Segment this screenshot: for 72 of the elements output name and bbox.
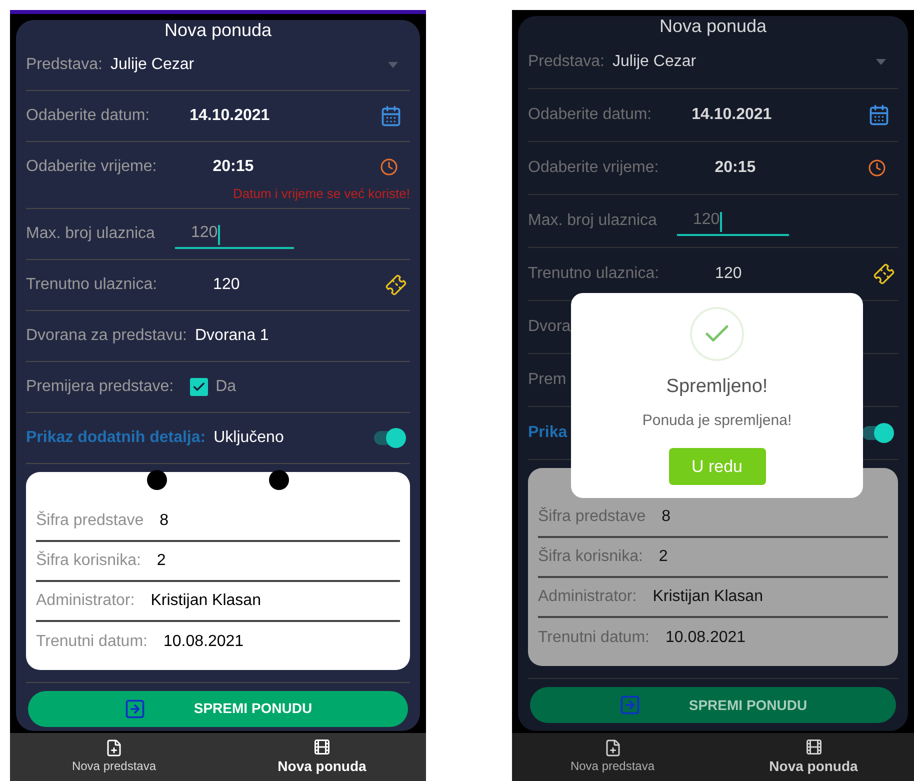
detail-label: Šifra predstave <box>36 510 144 530</box>
enter-icon <box>124 698 146 720</box>
field-label: Predstava: <box>528 52 604 72</box>
detail-value: 8 <box>160 510 169 530</box>
detail-value: 10.08.2021 <box>665 628 746 648</box>
film-icon <box>313 738 331 756</box>
clock-icon[interactable] <box>380 158 398 176</box>
nav-tab[interactable]: Nova predstava <box>10 733 218 781</box>
screen-title: Nova ponuda <box>659 16 767 36</box>
check-icon <box>690 307 744 361</box>
detail-label: Šifra korisnika: <box>36 550 141 570</box>
detail-label: Šifra korisnika: <box>538 546 643 567</box>
field-label: Premijera predstave: <box>26 376 174 396</box>
screen-title: Nova ponuda <box>164 20 272 40</box>
detail-value: 10.08.2021 <box>163 632 244 652</box>
film-icon <box>804 738 822 756</box>
field-value: 120 <box>715 264 742 284</box>
dropdown-icon[interactable] <box>876 59 886 65</box>
detail-label: Trenutni datum: <box>36 632 148 652</box>
field-label: Trenutno ulaznica: <box>528 264 660 284</box>
field-label: Prikaz dodatnih detalja: <box>26 428 206 448</box>
field-value: 20:15 <box>212 157 254 177</box>
input-field[interactable]: 120 <box>174 218 294 248</box>
add-file-icon <box>604 739 622 757</box>
add-file-icon <box>105 739 123 757</box>
field-label: Odaberite datum: <box>528 105 652 125</box>
error-message: Datum i vrijeme se već koriste! <box>233 185 410 203</box>
field-value: Uključeno <box>214 428 284 448</box>
detail-label: Trenutni datum: <box>538 628 650 648</box>
detail-value: Kristijan Klasan <box>150 590 261 610</box>
toggle-switch[interactable] <box>860 423 894 443</box>
clock-icon[interactable] <box>868 159 886 177</box>
detail-label: Šifra predstave <box>538 506 646 527</box>
checkbox[interactable] <box>190 378 208 396</box>
save-button[interactable]: SPREMI PONUDU <box>530 687 896 723</box>
check-icon <box>192 380 206 394</box>
field-label: Max. broj ulaznica <box>528 211 657 231</box>
detail-value: 2 <box>658 547 668 567</box>
toggle-switch[interactable] <box>372 428 406 448</box>
nav-tab[interactable]: Nova ponuda <box>713 733 914 781</box>
field-value: Julije Cezar <box>110 55 194 75</box>
field-label: Odaberite vrijeme: <box>528 158 659 178</box>
detail-label: Administrator: <box>538 587 637 607</box>
field-value: Julije Cezar <box>612 52 696 72</box>
field-label: Prika <box>528 423 568 443</box>
field-value: 14.10.2021 <box>692 105 772 125</box>
field-value: 20:15 <box>714 158 756 178</box>
field-value: 14.10.2021 <box>190 106 270 126</box>
calendar-icon[interactable] <box>868 104 890 126</box>
field-label: Trenutno ulaznica: <box>26 274 158 294</box>
detail-value: 2 <box>156 550 166 570</box>
detail-value: 8 <box>662 507 671 527</box>
detail-label: Administrator: <box>36 590 135 610</box>
field-value: 120 <box>213 274 240 294</box>
field-label: Dvora <box>528 317 571 337</box>
checkbox-label: Da <box>216 376 236 396</box>
calendar-icon[interactable] <box>380 105 402 127</box>
input-field[interactable]: 120 <box>676 206 790 236</box>
save-button[interactable]: SPREMI PONUDU <box>28 690 408 726</box>
field-label: Max. broj ulaznica <box>26 224 155 244</box>
nav-tab[interactable]: Nova predstava <box>512 733 713 781</box>
detail-value: Kristijan Klasan <box>652 587 763 607</box>
field-label: Odaberite datum: <box>26 106 150 126</box>
nav-tab[interactable]: Nova ponuda <box>218 733 426 781</box>
field-label: Odaberite vrijeme: <box>26 157 157 177</box>
field-value: Dvorana 1 <box>194 326 269 346</box>
enter-icon <box>618 694 641 716</box>
field-label: Prem <box>528 370 566 390</box>
field-label: Predstava: <box>26 55 102 75</box>
dialog-title: Spremljeno! <box>666 375 768 399</box>
field-label: Dvorana za predstavu: <box>26 326 187 346</box>
dialog-message: Ponuda je spremljena! <box>642 410 792 430</box>
